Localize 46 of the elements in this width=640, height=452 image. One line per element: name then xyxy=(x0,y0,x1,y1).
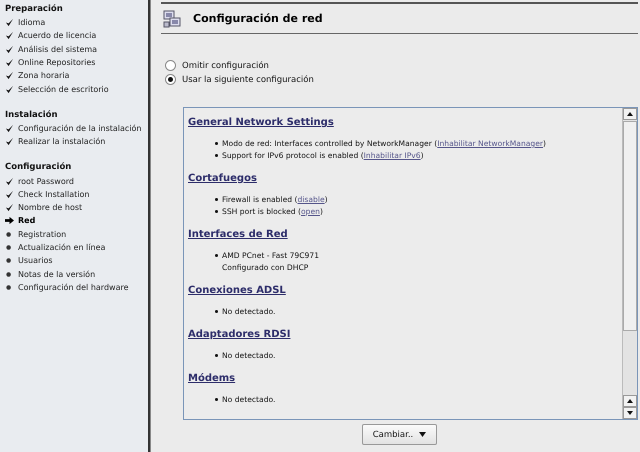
section-heading[interactable]: Adaptadores RDSI xyxy=(188,329,290,340)
sidebar-heading: Preparación xyxy=(5,3,64,16)
sidebar-item: Zona horaria xyxy=(18,71,70,80)
bullet-icon xyxy=(5,243,14,252)
page-title: Configuración de red xyxy=(193,12,323,25)
sidebar-item: Configuración del hardware xyxy=(18,282,129,292)
bullet-icon xyxy=(5,270,14,279)
section-heading[interactable]: Interfaces de Red xyxy=(188,229,288,240)
sidebar-item: Nombre de host xyxy=(18,203,82,212)
radio-option[interactable]: Usar la siguiente configuración xyxy=(165,74,638,85)
sidebar-heading: Configuración xyxy=(5,161,72,174)
sidebar-heading: Instalación xyxy=(5,108,59,122)
caret-icon xyxy=(419,432,426,437)
up-arrow-icon xyxy=(627,112,633,116)
section-heading[interactable]: General Network Settings xyxy=(188,117,334,128)
sidebar-item: Idioma xyxy=(18,18,46,28)
sidebar-item: Selección de escritorio xyxy=(18,84,109,94)
arrow-icon xyxy=(5,216,14,226)
sidebar-item: Análisis del sistema xyxy=(18,44,98,54)
sidebar-item: Actualización en línea xyxy=(18,243,106,252)
sidebar-item: Configuración de la instalación xyxy=(18,124,142,133)
up-arrow-icon xyxy=(627,399,633,403)
sidebar-item: Check Installation xyxy=(18,190,90,199)
scroll-up-button[interactable] xyxy=(623,108,637,120)
sidebar-item: Realizar la instalación xyxy=(18,137,106,146)
sidebar-item: Online Repositories xyxy=(18,58,96,68)
sidebar-item: Notas de la versión xyxy=(18,270,96,279)
scroll-down-button[interactable] xyxy=(623,407,637,419)
sidebar-item: Acuerdo de licencia xyxy=(18,31,96,40)
section-heading[interactable]: Cortafuegos xyxy=(188,173,257,184)
section-heading[interactable]: Conexiones ADSL xyxy=(188,285,286,296)
network-computers-icon xyxy=(163,10,181,28)
sidebar-item: root Password xyxy=(18,176,74,186)
sidebar-item: Usuarios xyxy=(18,256,53,266)
bullet-icon xyxy=(5,256,14,266)
down-arrow-icon xyxy=(627,411,633,415)
scrollbar[interactable] xyxy=(622,108,637,419)
scroll-up-button[interactable] xyxy=(623,395,637,407)
bullet-icon xyxy=(5,230,14,239)
bullet-icon xyxy=(5,282,14,292)
section-heading[interactable]: Módems xyxy=(188,373,236,384)
radio-option[interactable]: Omitir configuración xyxy=(165,60,638,71)
scroll-thumb[interactable] xyxy=(623,121,637,331)
change-button[interactable]: Cambiar.. xyxy=(362,424,438,445)
sidebar-item: Red xyxy=(18,216,36,226)
sidebar-item: Registration xyxy=(18,230,66,239)
